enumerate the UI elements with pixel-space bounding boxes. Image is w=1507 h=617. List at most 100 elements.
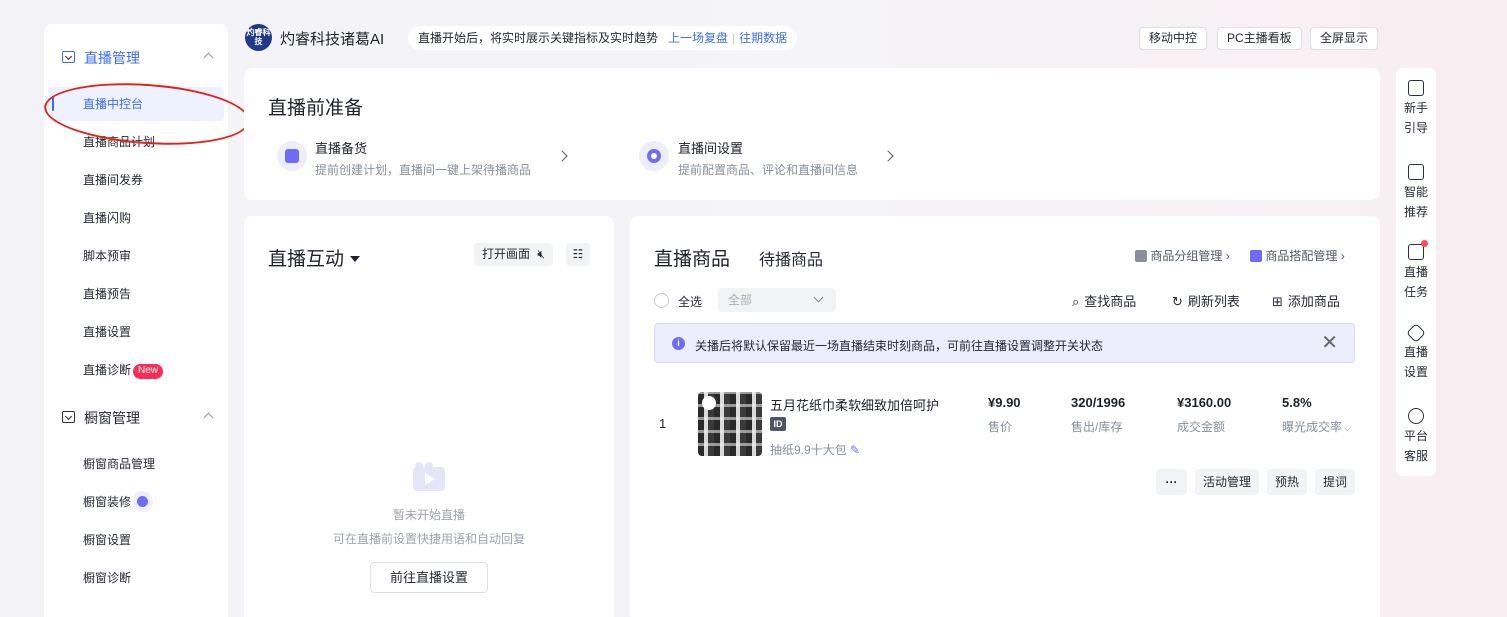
robot-icon <box>1408 164 1424 180</box>
separator: | <box>732 31 736 45</box>
brand-logo: 灼睿科技 <box>245 24 272 51</box>
price-label: 售价 <box>988 420 1013 434</box>
folder-icon <box>1135 250 1147 262</box>
tab-live-goods[interactable]: 直播商品 <box>654 244 730 271</box>
group-manage-link[interactable]: 商品分组管理 › <box>1135 247 1230 264</box>
combo-manage-link[interactable]: 商品搭配管理 › <box>1250 247 1345 264</box>
sidebar-section-window[interactable]: 橱窗管理 <box>44 406 228 430</box>
prep-card <box>244 68 1380 200</box>
edit-icon[interactable]: ✎ <box>850 443 860 457</box>
right-toolbar: 新手 引导 智能 推荐 直播 任务 直播 设置 平台 客服 <box>1396 68 1436 476</box>
rail-support[interactable]: 平台 客服 <box>1396 408 1436 466</box>
settings-icon <box>1406 323 1426 343</box>
product-name[interactable]: 五月花纸巾柔软细致加倍呵护 <box>770 395 939 414</box>
caret-down-icon <box>350 256 361 262</box>
goto-settings-button[interactable]: 前往直播设置 <box>370 562 488 593</box>
sidebar-item-window-settings[interactable]: 橱窗设置 <box>44 523 228 557</box>
chevron-down-icon <box>813 292 824 303</box>
add-icon: ⊞ <box>1272 294 1283 309</box>
gear-icon <box>639 141 669 171</box>
find-goods-button[interactable]: ⌕ 查找商品 <box>1072 291 1136 310</box>
sidebar-item-flash[interactable]: 直播闪购 <box>44 201 228 235</box>
mobile-control-button[interactable]: 移动中控 <box>1139 27 1208 50</box>
pc-board-button[interactable]: PC主播看板 <box>1217 27 1302 50</box>
nav-label: 直播诊断 <box>83 363 132 377</box>
section-label: 橱窗管理 <box>84 410 140 426</box>
rail-settings[interactable]: 直播 设置 <box>1396 323 1436 382</box>
bag-icon <box>1250 250 1262 262</box>
last-review-link[interactable]: 上一场复盘 <box>668 31 728 45</box>
link-label: 商品分组管理 <box>1150 249 1223 263</box>
prep-item-title[interactable]: 直播间设置 <box>678 138 743 157</box>
live-icon <box>62 51 75 63</box>
book-icon <box>1408 80 1424 96</box>
sidebar-item-window-decor[interactable]: 橱窗装修 <box>44 485 228 519</box>
row-index: 1 <box>659 416 667 431</box>
chevron-down-icon: ⌵ <box>1344 423 1351 433</box>
sold-value: 320/1996 <box>1071 395 1126 410</box>
select-all-radio[interactable] <box>654 293 669 308</box>
refresh-list-button[interactable]: ↻ 刷新列表 <box>1172 291 1240 310</box>
prep-item-title[interactable]: 直播备货 <box>315 138 367 157</box>
fullscreen-button[interactable]: 全屏显示 <box>1310 27 1379 50</box>
product-thumbnail[interactable] <box>698 392 762 456</box>
video-icon <box>413 462 445 491</box>
amount-label: 成交金额 <box>1177 420 1226 434</box>
price-value: ¥9.90 <box>988 395 1021 410</box>
chevron-up-icon <box>203 52 214 63</box>
filter-settings-icon[interactable]: ☷ <box>566 243 590 266</box>
add-goods-button[interactable]: ⊞ 添加商品 <box>1272 291 1340 310</box>
prep-title: 直播前准备 <box>268 98 364 119</box>
row-checkbox[interactable] <box>702 396 716 410</box>
sidebar-item-diagnosis[interactable]: 直播诊断 New <box>44 353 228 387</box>
empty-subtitle: 可在直播前设置快捷用语和自动回复 <box>332 532 525 546</box>
rail-tasks[interactable]: 直播 任务 <box>1396 240 1436 302</box>
notice-banner: i 关播后将默认保留最近一场直播结束时刻商品，可前往直播设置调整开关状态 ✕ <box>654 323 1355 363</box>
notice-text: 直播开始后，将实时展示关键指标及实时趋势 <box>418 31 659 45</box>
open-screen-button[interactable]: 打开画面 🔇︎ <box>474 243 553 266</box>
sidebar-item-coupon[interactable]: 直播间发券 <box>44 163 228 197</box>
prompter-button[interactable]: 提词 <box>1315 469 1356 495</box>
link-label: 商品搭配管理 <box>1265 249 1338 263</box>
refresh-icon: ↻ <box>1172 294 1183 309</box>
prep-item-sub: 提前创建计划，直播间一键上架待播商品 <box>315 163 532 177</box>
button-label: 打开画面 <box>482 247 531 261</box>
activity-manage-button[interactable]: 活动管理 <box>1195 469 1260 495</box>
product-tag: 抽纸9.9十大包 ✎ <box>770 443 861 457</box>
amount-value: ¥3160.00 <box>1177 395 1232 410</box>
rate-value: 5.8% <box>1282 395 1312 410</box>
history-data-link[interactable]: 往期数据 <box>739 31 787 45</box>
cart-icon <box>277 141 307 171</box>
brand-name: 灼睿科技诸葛AI <box>280 31 385 48</box>
rate-label[interactable]: 曝光成交率 ⌵ <box>1282 418 1351 435</box>
warmup-button[interactable]: 预热 <box>1267 469 1308 495</box>
mute-icon: 🔇︎ <box>537 247 545 261</box>
search-icon: ⌕ <box>1072 294 1080 309</box>
sidebar-item-script[interactable]: 脚本预审 <box>44 239 228 273</box>
new-badge: New <box>133 364 164 379</box>
interaction-card <box>244 216 614 617</box>
group-filter-select[interactable]: 全部 <box>718 288 836 312</box>
tab-pending-goods[interactable]: 待播商品 <box>759 246 823 270</box>
sidebar-item-settings[interactable]: 直播设置 <box>44 315 228 349</box>
more-button[interactable]: ··· <box>1156 469 1187 495</box>
sidebar-section-live[interactable]: 直播管理 <box>44 46 228 70</box>
notice-text: 关播后将默认保留最近一场直播结束时刻商品，可前往直播设置调整开关状态 <box>695 339 1104 353</box>
task-icon <box>1408 240 1428 260</box>
nav-label: 橱窗装修 <box>83 495 132 509</box>
select-all-label: 全选 <box>678 295 703 309</box>
sidebar-item-preview[interactable]: 直播预告 <box>44 277 228 311</box>
sidebar-item-window-goods[interactable]: 橱窗商品管理 <box>44 447 228 481</box>
status-notice: 直播开始后，将实时展示关键指标及实时趋势 上一场复盘 | 往期数据 <box>408 26 798 50</box>
empty-title: 暂未开始直播 <box>392 508 465 522</box>
sidebar-item-window-diagnosis[interactable]: 橱窗诊断 <box>44 561 228 595</box>
close-icon[interactable]: ✕ <box>1321 333 1338 353</box>
rail-recommend[interactable]: 智能 推荐 <box>1396 164 1436 222</box>
notification-dot <box>1421 240 1428 247</box>
section-label: 直播管理 <box>84 50 140 66</box>
interaction-title[interactable]: 直播互动 <box>268 244 361 271</box>
id-tag: ID <box>770 417 786 431</box>
window-icon <box>62 411 75 423</box>
rail-guide[interactable]: 新手 引导 <box>1396 80 1436 138</box>
headset-icon <box>1408 408 1424 424</box>
